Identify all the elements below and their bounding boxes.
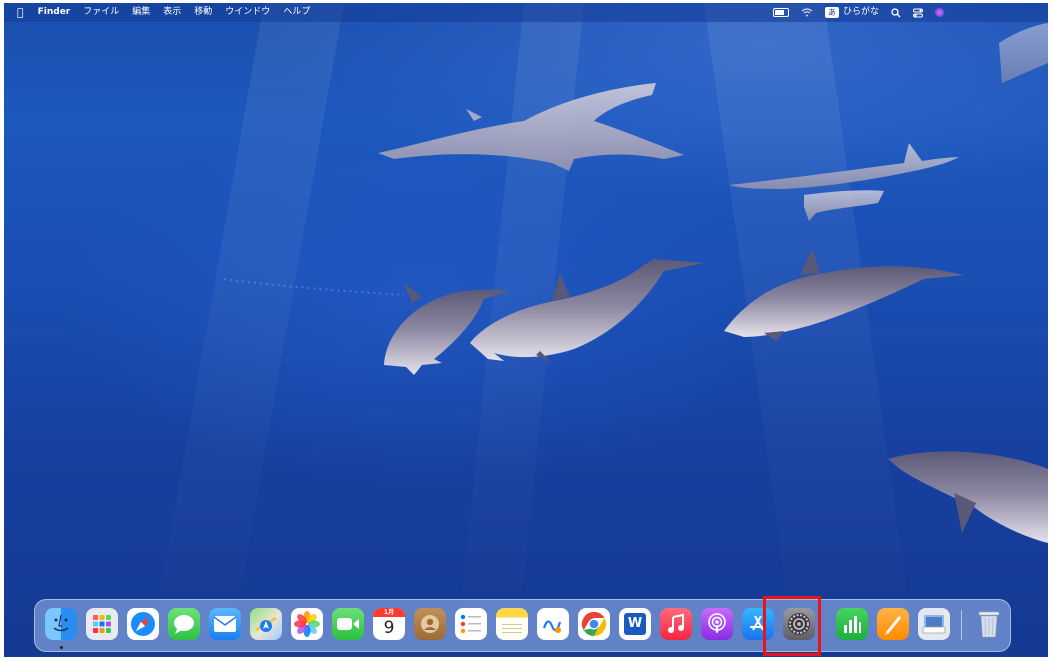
menu-help[interactable]: ヘルプ [283, 3, 310, 22]
dolphin [470, 259, 704, 363]
menu-window[interactable]: ウインドウ [225, 3, 270, 22]
calendar-month: 1月 [373, 608, 405, 617]
menu-bar:  Finder ファイル 編集 表示 移動 ウインドウ ヘルプ あ ひらがな [4, 3, 1048, 22]
messages-icon[interactable] [168, 608, 200, 640]
safari-icon[interactable] [127, 608, 159, 640]
siri-icon[interactable] [935, 8, 944, 17]
dolphin [888, 451, 1048, 543]
podcasts-icon[interactable] [701, 608, 733, 640]
dock: 1月 9 W [34, 599, 1011, 652]
calendar-day: 9 [383, 618, 395, 638]
wifi-icon[interactable] [801, 8, 813, 17]
dock-separator [961, 610, 962, 640]
preview-icon[interactable] [918, 608, 950, 640]
notes-icon[interactable] [496, 608, 528, 640]
calendar-icon[interactable]: 1月 9 [373, 608, 405, 640]
freeform-icon[interactable] [537, 608, 569, 640]
trash-icon[interactable] [973, 608, 1005, 640]
control-center-icon[interactable] [913, 8, 923, 18]
battery-icon[interactable] [772, 8, 789, 17]
facetime-icon[interactable] [332, 608, 364, 640]
input-menu[interactable]: あ ひらがな [824, 3, 879, 22]
menu-go[interactable]: 移動 [194, 3, 212, 22]
reflection-dolphin [999, 23, 1048, 83]
pages-icon[interactable] [877, 608, 909, 640]
numbers-icon[interactable] [836, 608, 868, 640]
launchpad-icon[interactable] [86, 608, 118, 640]
mail-icon[interactable] [209, 608, 241, 640]
music-icon[interactable] [660, 608, 692, 640]
contacts-icon[interactable] [414, 608, 446, 640]
photos-icon[interactable] [291, 608, 323, 640]
maps-icon[interactable] [250, 608, 282, 640]
reminders-icon[interactable] [455, 608, 487, 640]
menu-file[interactable]: ファイル [83, 3, 119, 22]
menu-view[interactable]: 表示 [163, 3, 181, 22]
dolphin [724, 249, 964, 341]
finder-icon[interactable] [45, 608, 77, 640]
chrome-icon[interactable] [578, 608, 610, 640]
input-mode-badge: あ [824, 7, 839, 18]
running-indicator [60, 646, 63, 649]
app-menu-finder[interactable]: Finder [38, 3, 71, 22]
reflection-dolphin [729, 143, 959, 221]
menu-edit[interactable]: 編集 [132, 3, 150, 22]
highlight-box [763, 596, 821, 656]
desktop:  Finder ファイル 編集 表示 移動 ウインドウ ヘルプ あ ひらがな [4, 3, 1048, 657]
word-icon[interactable]: W [619, 608, 651, 640]
apple-icon[interactable]:  [17, 3, 24, 22]
search-icon[interactable] [891, 7, 901, 18]
word-letter: W [624, 613, 646, 635]
input-mode-label: ひらがな [842, 7, 879, 17]
reflection-dolphin [378, 83, 684, 171]
wallpaper-dolphins [223, 23, 1048, 543]
